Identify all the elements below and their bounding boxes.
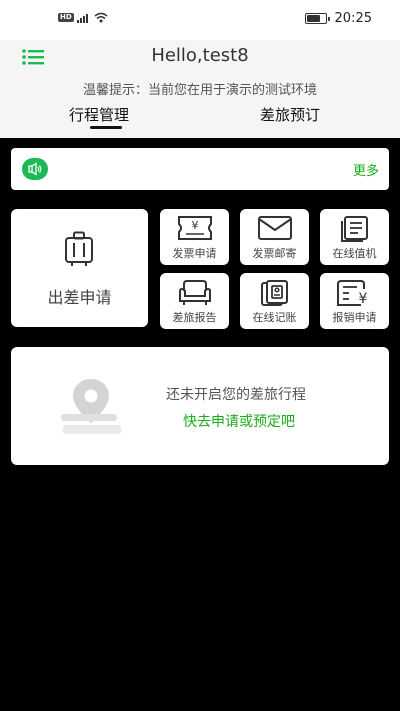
business-trip-request-card[interactable]: 出差申请 xyxy=(11,209,148,327)
status-bar: HD 20:25 xyxy=(0,0,400,40)
invoice-mail-card[interactable]: 发票邮寄 xyxy=(240,209,309,265)
business-trip-request-label: 出差申请 xyxy=(47,288,112,307)
invoice-mail-label: 发票邮寄 xyxy=(252,247,297,260)
online-ledger-label: 在线记账 xyxy=(252,311,297,324)
status-right: 20:25 xyxy=(304,11,372,26)
empty-trips-card: 还未开启您的差旅行程 快去申请或预定吧 xyxy=(11,347,389,465)
reimbursement-request-card[interactable]: ¥ 报销申请 xyxy=(320,273,389,329)
invoice-request-card[interactable]: ¥ 发票申请 xyxy=(160,209,229,265)
notice-bar[interactable]: 更多 xyxy=(11,148,389,190)
status-left: HD xyxy=(58,12,108,23)
travel-report-label: 差旅报告 xyxy=(172,311,217,324)
checkin-icon xyxy=(339,215,371,247)
wifi-icon xyxy=(94,12,108,23)
battery-level-fill xyxy=(306,15,321,22)
page-title: Hello,test8 xyxy=(151,45,249,66)
reimbursement-icon: ¥ xyxy=(336,279,373,311)
invoice-icon: ¥ xyxy=(177,215,213,245)
battery-icon xyxy=(304,13,330,24)
apply-or-book-link[interactable]: 快去申请或预定吧 xyxy=(183,411,295,431)
svg-text:¥: ¥ xyxy=(191,219,198,232)
reimbursement-request-label: 报销申请 xyxy=(332,311,377,324)
tab-travel-booking[interactable]: 差旅预订 xyxy=(260,104,320,125)
travel-report-card[interactable]: 差旅报告 xyxy=(160,273,229,329)
header: Hello,test8 温馨提示：当前您在用于演示的测试环境 行程管理 差旅预订 xyxy=(0,40,400,138)
hd-badge-icon: HD xyxy=(58,13,74,22)
invoice-request-label: 发票申请 xyxy=(172,247,217,260)
empty-trips-message: 还未开启您的差旅行程 xyxy=(166,387,306,403)
map-pin-icon xyxy=(59,373,123,441)
speaker-icon xyxy=(22,158,48,180)
suitcase-icon xyxy=(64,231,94,271)
tab-trip-management[interactable]: 行程管理 xyxy=(69,104,129,125)
more-link[interactable]: 更多 xyxy=(353,160,379,179)
sofa-icon xyxy=(177,279,213,311)
online-checkin-label: 在线值机 xyxy=(332,247,377,260)
online-checkin-card[interactable]: 在线值机 xyxy=(320,209,389,265)
status-time: 20:25 xyxy=(334,11,372,26)
ledger-icon xyxy=(258,279,292,311)
environment-tip: 温馨提示：当前您在用于演示的测试环境 xyxy=(82,83,317,98)
online-ledger-card[interactable]: 在线记账 xyxy=(240,273,309,329)
mail-icon xyxy=(257,215,293,245)
tab-active-indicator xyxy=(90,126,122,129)
tab-bar: 行程管理 差旅预订 xyxy=(0,102,400,138)
signal-icon xyxy=(76,13,88,23)
svg-text:¥: ¥ xyxy=(358,291,367,307)
